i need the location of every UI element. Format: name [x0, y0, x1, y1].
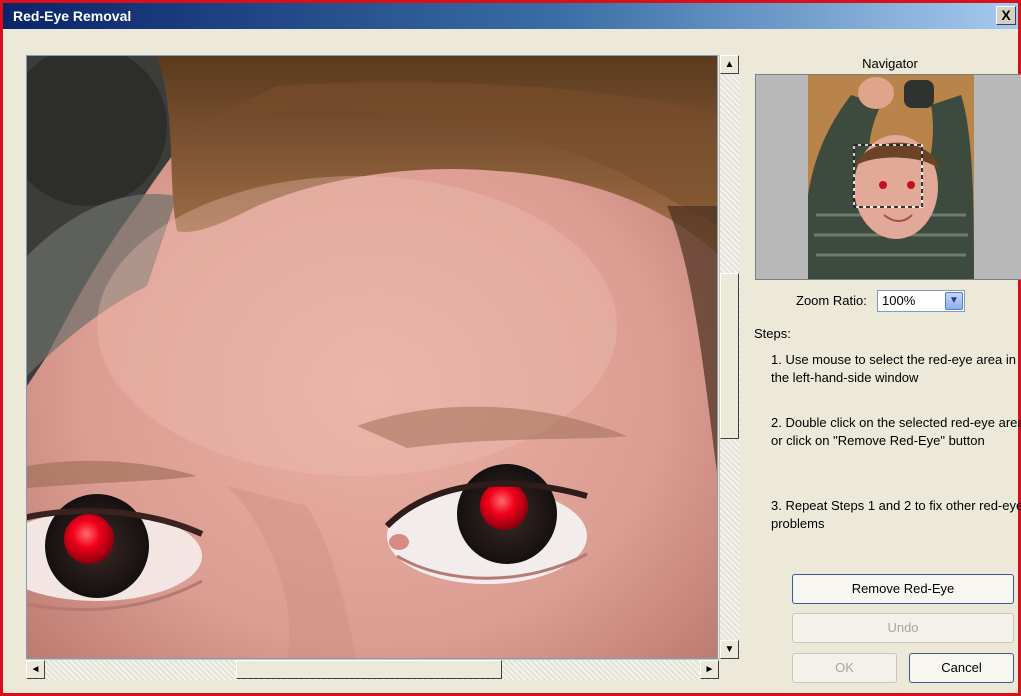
horizontal-scroll-thumb[interactable] — [236, 660, 502, 679]
undo-button[interactable]: Undo — [792, 613, 1014, 643]
arrow-down-icon: ▼ — [724, 644, 735, 655]
title-bar[interactable]: Red-Eye Removal X — [3, 3, 1018, 29]
scroll-down-button[interactable]: ▼ — [720, 640, 739, 659]
photo-canvas[interactable] — [27, 56, 718, 659]
navigator-title: Navigator — [862, 56, 918, 71]
step-3-text: 3. Repeat Steps 1 and 2 to fix other red… — [771, 498, 1021, 531]
window-title: Red-Eye Removal — [13, 8, 132, 24]
scrollbar-corner — [719, 659, 740, 680]
arrow-up-icon: ▲ — [724, 59, 735, 70]
zoom-ratio-select[interactable]: 100% ▼ — [877, 290, 965, 312]
zoom-ratio-value: 100% — [882, 293, 916, 308]
red-eye-removal-dialog: Red-Eye Removal X ▲ ▼ ◄ ► Navigator Zoom… — [0, 0, 1021, 696]
close-button[interactable]: X — [996, 6, 1016, 25]
ok-button[interactable]: OK — [792, 653, 897, 683]
horizontal-scrollbar[interactable]: ◄ ► — [26, 659, 719, 680]
vertical-scrollbar[interactable]: ▲ ▼ — [719, 55, 740, 659]
remove-red-eye-button[interactable]: Remove Red-Eye — [792, 574, 1014, 604]
photo-viewer[interactable] — [26, 55, 718, 659]
vertical-scroll-thumb[interactable] — [720, 273, 739, 439]
navigator-thumbnail — [756, 75, 1021, 279]
scroll-up-button[interactable]: ▲ — [720, 55, 739, 74]
step-2-text: 2. Double click on the selected red-eye … — [771, 415, 1021, 448]
close-icon: X — [1001, 7, 1011, 23]
steps-heading: Steps: — [754, 326, 791, 341]
scroll-right-button[interactable]: ► — [700, 660, 719, 679]
arrow-left-icon: ◄ — [30, 664, 41, 675]
zoom-ratio-label: Zoom Ratio: — [796, 293, 867, 308]
cancel-button[interactable]: Cancel — [909, 653, 1014, 683]
navigator-preview[interactable] — [755, 74, 1021, 280]
scroll-left-button[interactable]: ◄ — [26, 660, 45, 679]
chevron-down-icon[interactable]: ▼ — [945, 292, 963, 310]
arrow-right-icon: ► — [704, 664, 715, 675]
step-1-text: 1. Use mouse to select the red-eye area … — [771, 352, 1016, 385]
